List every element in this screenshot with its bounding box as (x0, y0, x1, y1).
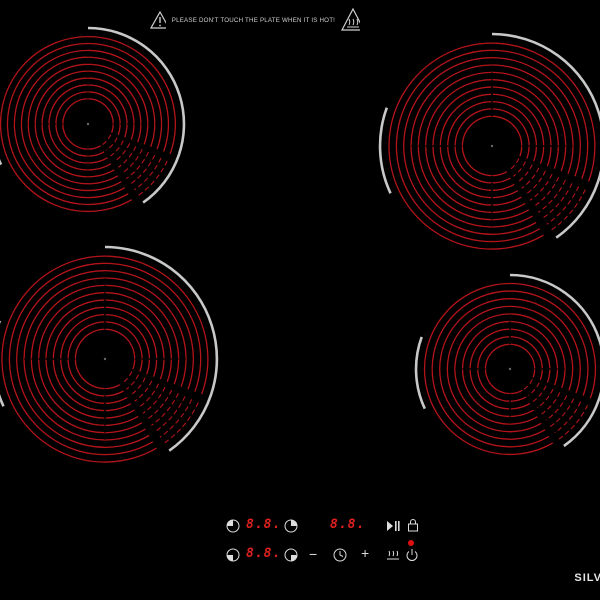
display-zone-left-bottom: 8.8. (246, 546, 282, 561)
power-icon[interactable] (405, 548, 419, 562)
burner-center (490, 144, 494, 148)
coil-hook (542, 183, 573, 219)
coil-hook (159, 399, 193, 438)
coil-hook (536, 388, 554, 409)
minus-button[interactable]: − (309, 546, 317, 562)
burner-center (508, 367, 512, 371)
coil-hook (113, 143, 131, 163)
burner-rim (414, 336, 426, 410)
zone-select-icon[interactable] (284, 519, 298, 533)
coil-hook (110, 140, 124, 157)
burner-rim (491, 32, 600, 239)
coil-hook (554, 401, 582, 434)
timer-icon[interactable] (333, 548, 347, 562)
coil-hook (528, 382, 540, 396)
power-indicator-light (408, 540, 414, 546)
burner-center (103, 357, 107, 361)
keep-warm-icon[interactable] (386, 547, 400, 561)
burner-center (86, 122, 90, 126)
coil-hook (538, 179, 566, 213)
brand-logo-text: SILV (574, 572, 600, 584)
burner-top-right[interactable] (378, 32, 600, 250)
cooktop-surface: PLEASE DON'T TOUCH THE PLATE WHEN IT IS … (0, 0, 600, 600)
hot-surface-icon (341, 8, 360, 31)
burner-top-left[interactable] (0, 26, 186, 213)
coil-hook (558, 404, 588, 440)
hot-plate-warning: PLEASE DON'T TOUCH THE PLATE WHEN IT IS … (150, 6, 360, 34)
coil-hook (146, 389, 173, 420)
coil-hook (121, 371, 133, 384)
lock-icon[interactable] (407, 518, 419, 532)
coil-hook (117, 146, 137, 168)
burner-layer (0, 26, 600, 463)
coil-hook (129, 154, 156, 185)
coil-hook (512, 161, 526, 177)
burner-rim (87, 26, 186, 204)
warning-text: PLEASE DON'T TOUCH THE PLATE WHEN IT IS … (171, 16, 336, 24)
coil-hook (151, 392, 179, 426)
display-zone-left-top: 8.8. (246, 517, 282, 532)
zone-select-icon[interactable] (226, 519, 240, 533)
warning-triangle-icon (150, 11, 166, 29)
coil-hook (508, 158, 520, 171)
zone-select-icon[interactable] (284, 548, 298, 562)
coil-hook (102, 134, 112, 146)
display-timer: 8.8. (330, 517, 366, 532)
coil-hook (125, 374, 139, 390)
coil-hook (133, 157, 162, 191)
zone-select-icon[interactable] (226, 548, 240, 562)
coil-hook (533, 176, 560, 207)
burner-bottom-right[interactable] (414, 273, 600, 456)
coil-hook (155, 396, 186, 432)
burner-rim (509, 273, 600, 448)
coil-hook (523, 379, 533, 390)
coil-hook (130, 377, 146, 396)
burner-bottom-left[interactable] (0, 245, 219, 463)
coil-hook (517, 164, 533, 183)
coil-hook (137, 160, 168, 197)
coil-hook (532, 385, 547, 403)
plus-button[interactable]: + (361, 545, 369, 561)
coil-hook (546, 186, 580, 225)
coil-hook (106, 137, 118, 151)
play-pause-icon[interactable] (386, 520, 400, 532)
